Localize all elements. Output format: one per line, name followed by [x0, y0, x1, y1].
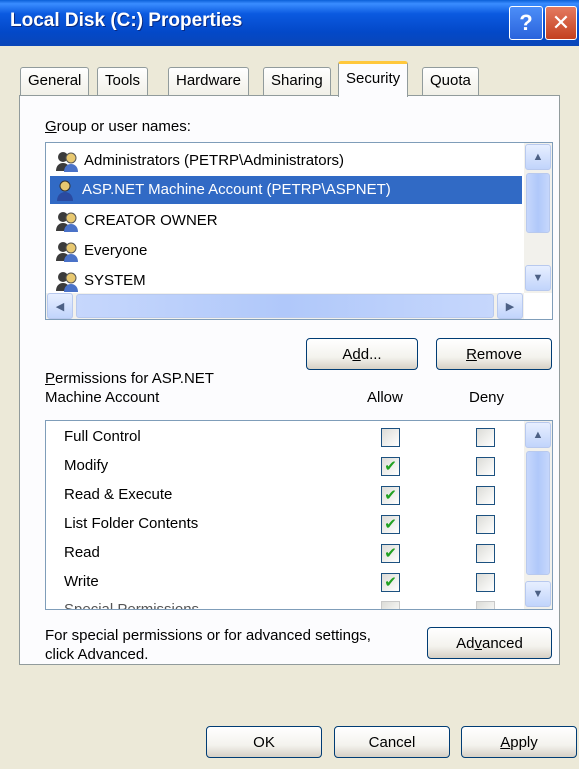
group-list-hscrollbar[interactable]: ◀ ▶: [46, 293, 524, 319]
remove-button[interactable]: Remove: [436, 338, 552, 370]
list-item[interactable]: Administrators (PETRP\Administrators): [52, 147, 350, 175]
advanced-note-line1: For special permissions or for advanced …: [45, 627, 371, 644]
permission-row: Read & Execute ✔: [46, 481, 526, 509]
hscroll-thumb[interactable]: [76, 294, 494, 318]
list-item[interactable]: Everyone: [52, 237, 153, 265]
user-group-icon: [56, 272, 78, 292]
scroll-left-button[interactable]: ◀: [47, 293, 73, 319]
add-button[interactable]: Ad d...: [306, 338, 418, 370]
tab-tools[interactable]: Tools: [97, 67, 149, 95]
deny-checkbox-full-control[interactable]: [476, 428, 495, 447]
permissions-label-line2: Machine Account: [45, 389, 160, 406]
deny-checkbox-list-folder[interactable]: [476, 515, 495, 534]
close-icon: ✕: [551, 10, 571, 35]
scroll-up-button[interactable]: ▲: [525, 422, 551, 448]
check-icon: ✔: [384, 516, 397, 533]
user-group-icon: [56, 152, 78, 172]
help-icon: ?: [519, 10, 533, 35]
scroll-up-button[interactable]: ▲: [525, 144, 551, 170]
deny-checkbox-modify[interactable]: [476, 457, 495, 476]
deny-checkbox-write[interactable]: [476, 573, 495, 592]
check-icon: ✔: [384, 574, 397, 591]
user-group-icon: [56, 242, 78, 262]
cancel-button[interactable]: Cancel: [334, 726, 450, 758]
permission-row: Special Permissions: [46, 596, 526, 609]
tab-security[interactable]: Security: [338, 61, 409, 97]
ok-button[interactable]: OK: [206, 726, 322, 758]
chevron-left-icon: ◀: [55, 300, 65, 313]
allow-checkbox-list-folder[interactable]: ✔: [381, 515, 400, 534]
permission-row: Write ✔: [46, 568, 526, 596]
check-icon: ✔: [384, 458, 397, 475]
close-button[interactable]: ✕: [545, 6, 577, 40]
permission-row: List Folder Contents ✔: [46, 510, 526, 538]
deny-checkbox-read[interactable]: [476, 544, 495, 563]
allow-column-header: Allow: [367, 389, 403, 406]
group-user-list[interactable]: Administrators (PETRP\Administrators) AS…: [45, 142, 553, 320]
scroll-down-button[interactable]: ▼: [525, 581, 551, 607]
permission-row: Full Control: [46, 423, 526, 451]
scroll-thumb[interactable]: [526, 173, 550, 233]
help-button[interactable]: ?: [509, 6, 543, 40]
list-item-selected[interactable]: ASP.NET Machine Account (PETRP\ASPNET): [50, 176, 522, 204]
list-item[interactable]: CREATOR OWNER: [52, 207, 224, 235]
permission-row: Read ✔: [46, 539, 526, 567]
tab-sharing[interactable]: Sharing: [263, 67, 331, 95]
allow-checkbox-full-control[interactable]: [381, 428, 400, 447]
permissions-vscrollbar[interactable]: ▲ ▼: [524, 421, 552, 609]
allow-checkbox-special: [381, 601, 400, 609]
properties-window: Local Disk (C:) Properties ? ✕ General T…: [0, 0, 579, 769]
group-list-vscrollbar[interactable]: ▲ ▼: [524, 143, 552, 293]
window-title: Local Disk (C:) Properties: [10, 10, 243, 31]
permissions-list[interactable]: Full Control Modify ✔ Read & Execute ✔ L…: [45, 420, 553, 610]
check-icon: ✔: [384, 545, 397, 562]
advanced-note-line2: click Advanced.: [45, 646, 149, 663]
group-list-label: Group or user names:: [45, 118, 191, 135]
chevron-right-icon: ▶: [505, 300, 515, 313]
scroll-thumb[interactable]: [526, 451, 550, 575]
chevron-up-icon: ▲: [532, 429, 544, 441]
chevron-up-icon: ▲: [532, 151, 544, 163]
permissions-label: Permissions for ASP.NET: [45, 370, 214, 387]
deny-column-header: Deny: [469, 389, 505, 406]
allow-checkbox-write[interactable]: ✔: [381, 573, 400, 592]
tab-quota[interactable]: Quota: [422, 67, 479, 95]
allow-checkbox-read[interactable]: ✔: [381, 544, 400, 563]
chevron-down-icon: ▼: [532, 272, 544, 284]
scroll-down-button[interactable]: ▼: [525, 265, 551, 291]
list-item[interactable]: SYSTEM: [52, 267, 152, 295]
title-bar[interactable]: Local Disk (C:) Properties ? ✕: [0, 0, 579, 46]
allow-checkbox-read-execute[interactable]: ✔: [381, 486, 400, 505]
tab-hardware[interactable]: Hardware: [168, 67, 250, 95]
user-group-icon: [56, 212, 78, 232]
check-icon: ✔: [384, 487, 397, 504]
user-icon: [57, 180, 73, 201]
chevron-down-icon: ▼: [532, 588, 544, 600]
advanced-button[interactable]: Ad v anced: [427, 627, 552, 659]
permission-row: Modify ✔: [46, 452, 526, 480]
scroll-right-button[interactable]: ▶: [497, 293, 523, 319]
deny-checkbox-special: [476, 601, 495, 609]
apply-button[interactable]: Apply: [461, 726, 577, 758]
allow-checkbox-modify[interactable]: ✔: [381, 457, 400, 476]
deny-checkbox-read-execute[interactable]: [476, 486, 495, 505]
tab-general[interactable]: General: [20, 67, 90, 95]
